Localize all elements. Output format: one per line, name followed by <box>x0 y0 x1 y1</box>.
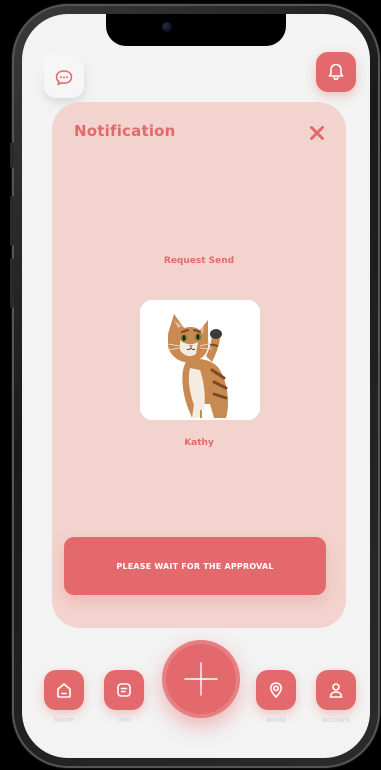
bell-icon <box>328 63 344 81</box>
nav-item-info[interactable]: info <box>104 670 144 724</box>
nav-info-button[interactable] <box>104 670 144 710</box>
chat-bubble-icon <box>55 70 73 86</box>
nav-account-button[interactable] <box>316 670 356 710</box>
notification-card: Notification Request Send Kathy PLEASE W… <box>52 102 346 628</box>
nav-label-info: info <box>117 716 131 724</box>
notifications-button[interactable] <box>316 52 356 92</box>
front-camera <box>162 22 172 32</box>
cat-image <box>167 314 228 418</box>
location-pin-icon <box>270 682 282 698</box>
nav-world-button[interactable] <box>256 670 296 710</box>
home-icon <box>57 683 71 698</box>
phone-screen: Notification Request Send Kathy PLEASE W… <box>22 14 370 758</box>
nav-home-button[interactable] <box>44 670 84 710</box>
nav-label-home: home <box>54 716 74 724</box>
notch <box>106 14 286 46</box>
pet-photo <box>140 300 260 420</box>
plus-icon <box>184 662 218 696</box>
user-icon <box>329 683 343 698</box>
info-icon <box>117 683 131 697</box>
request-status-text: Request Send <box>163 256 235 266</box>
nav-label-account: account <box>322 716 350 724</box>
chat-button[interactable] <box>44 58 84 98</box>
nav-label-world: world <box>266 716 286 724</box>
close-icon <box>310 126 324 140</box>
volume-down-button <box>10 258 14 308</box>
close-button[interactable] <box>306 122 328 144</box>
add-button[interactable] <box>162 640 240 718</box>
approval-status-button[interactable]: PLEASE WAIT FOR THE APPROVAL <box>64 537 326 595</box>
nav-item-home[interactable]: home <box>44 670 84 724</box>
pet-name: Kathy <box>184 438 214 448</box>
nav-item-world[interactable]: world <box>256 670 296 724</box>
notification-title: Notification <box>74 122 176 140</box>
mute-switch <box>10 142 14 168</box>
nav-item-account[interactable]: account <box>316 670 356 724</box>
volume-up-button <box>10 196 14 246</box>
